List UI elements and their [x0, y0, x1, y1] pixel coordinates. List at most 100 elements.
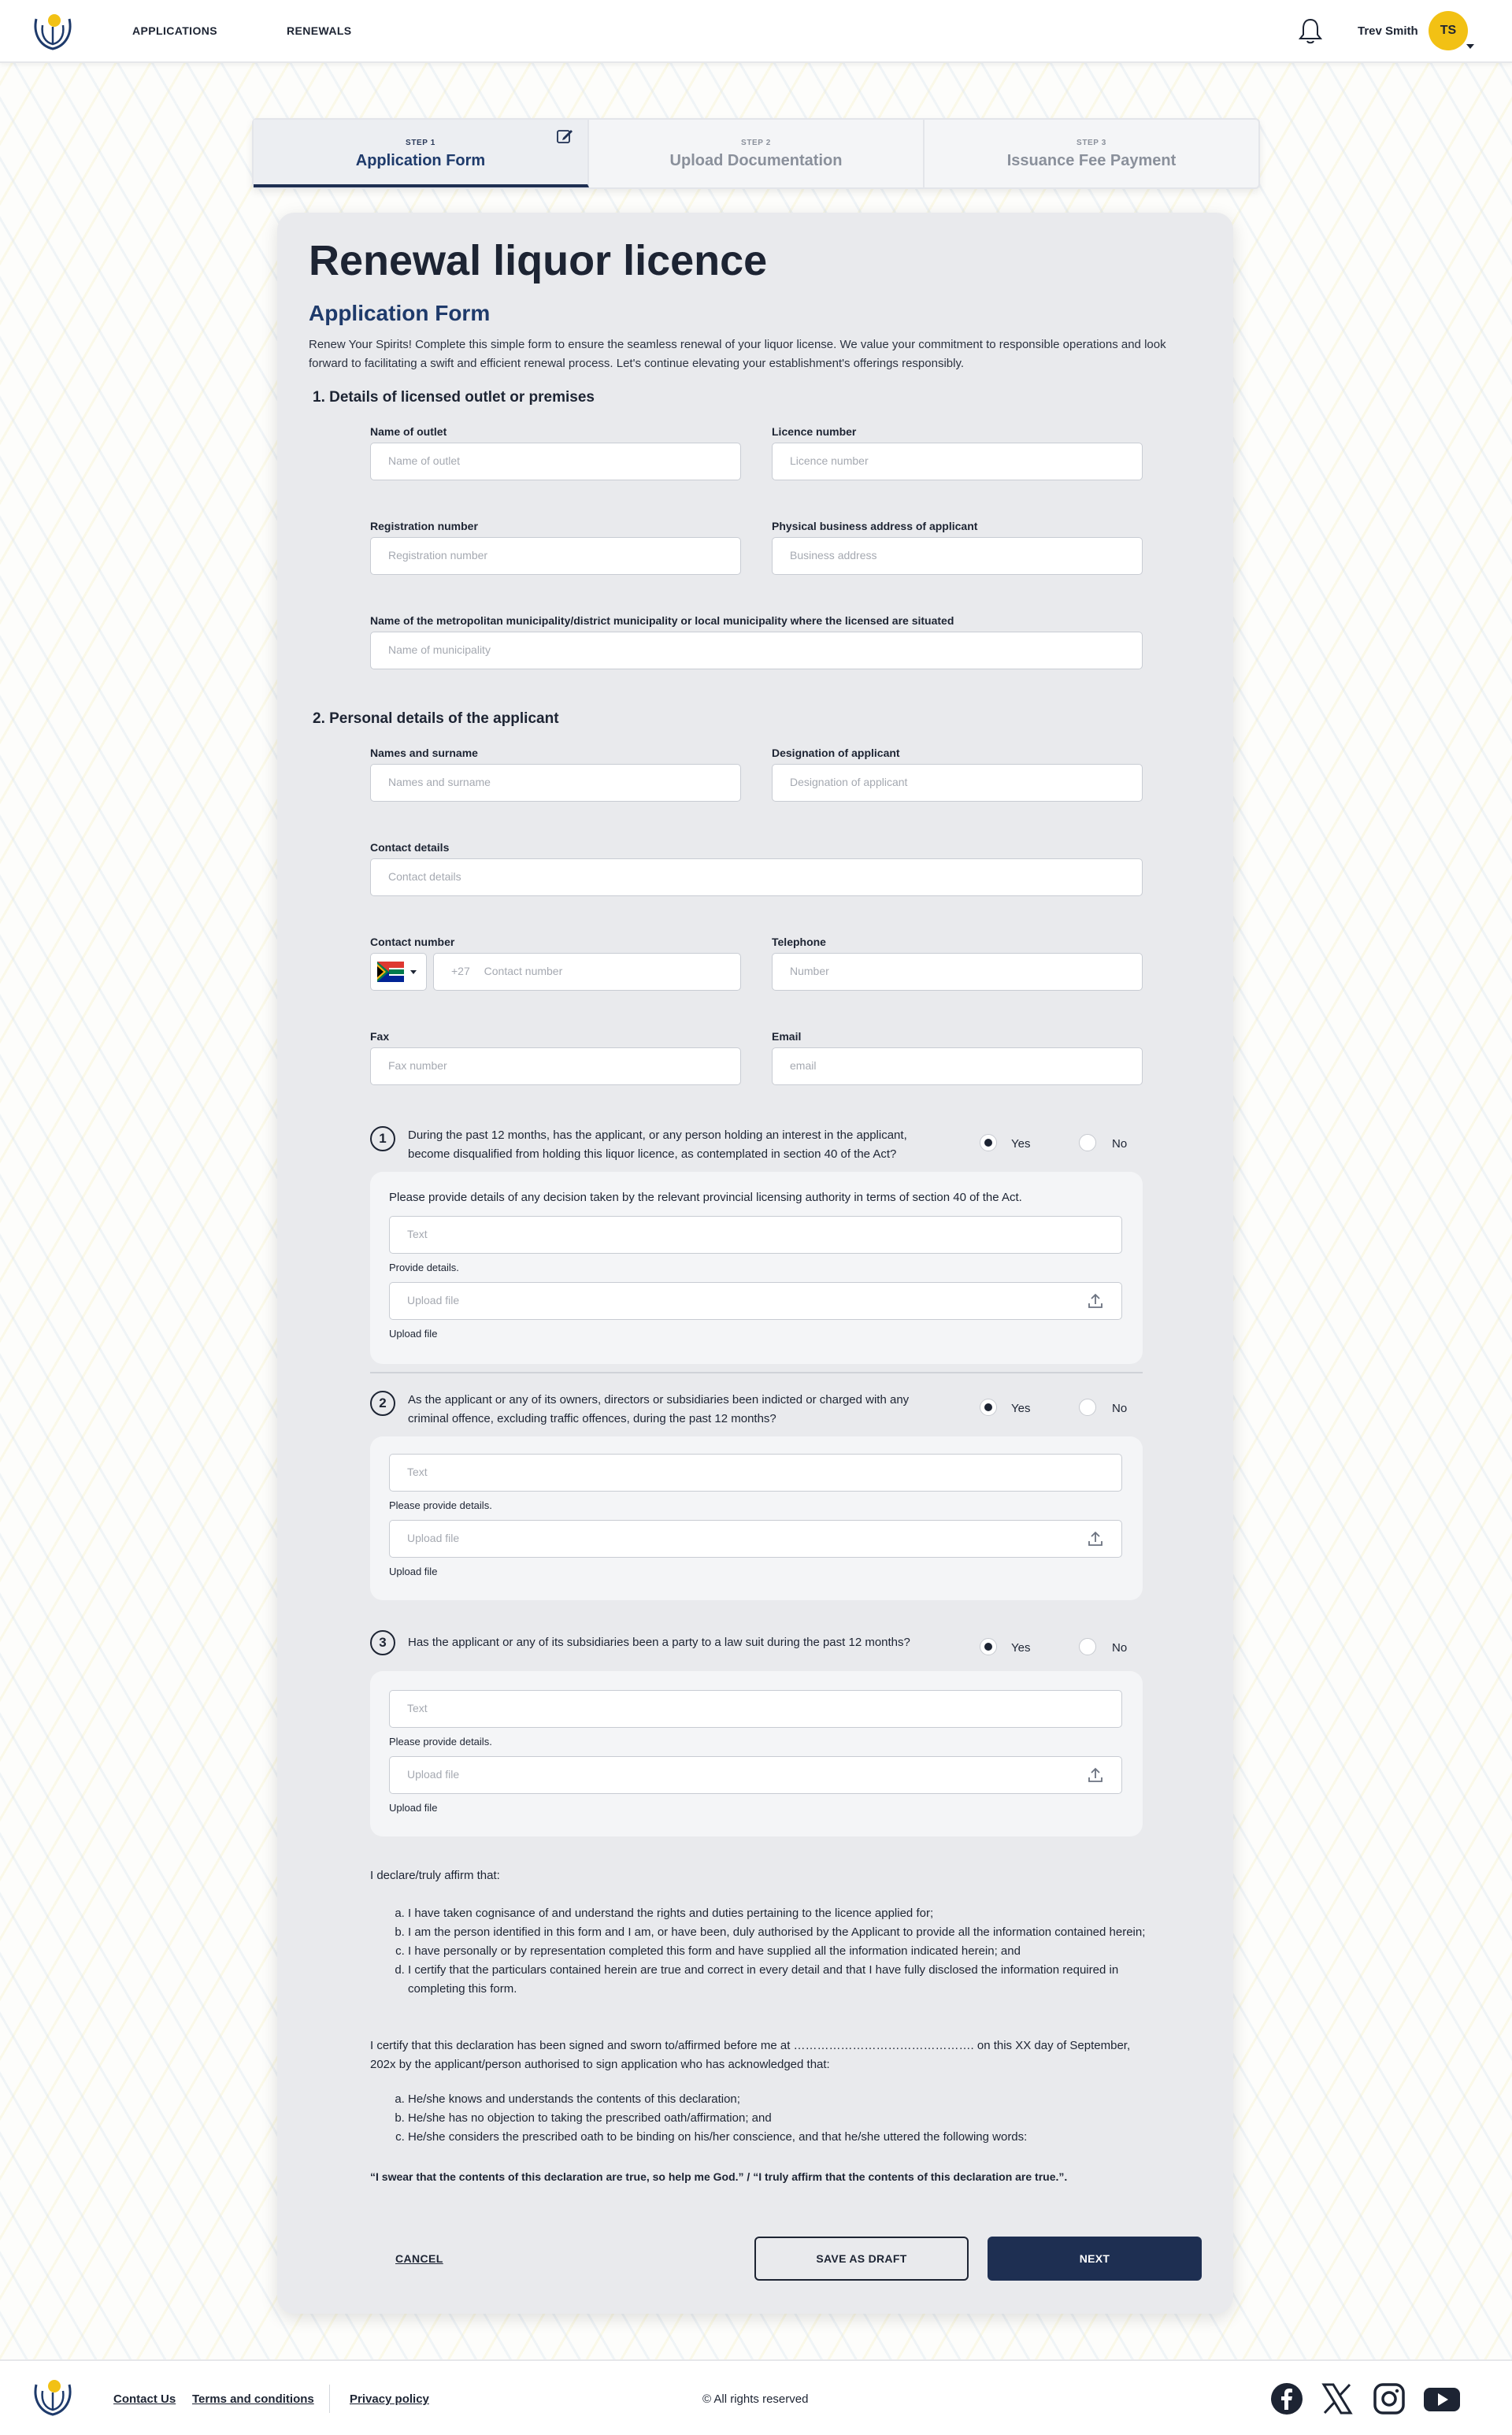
upload-placeholder: Upload file: [407, 1768, 460, 1781]
declaration-item: I certify that the particulars contained…: [408, 1961, 1150, 1999]
no-label: No: [1112, 1137, 1128, 1151]
declaration-item: I have personally or by representation c…: [408, 1942, 1150, 1961]
question-3-text-input[interactable]: Text: [389, 1690, 1122, 1728]
step-title: Upload Documentation: [669, 152, 843, 169]
youtube-icon[interactable]: [1422, 2381, 1462, 2416]
country-code-prefix: +27: [451, 965, 470, 977]
municipality-input[interactable]: Name of municipality: [370, 632, 1143, 669]
question-1-upload-input[interactable]: Upload file: [389, 1282, 1122, 1320]
address-label: Physical business address of applicant: [772, 520, 978, 532]
edit-icon[interactable]: [556, 128, 573, 145]
step-issuance-fee-payment[interactable]: STEP 3 Issuance Fee Payment: [925, 120, 1258, 187]
section-1-heading: 1. Details of licensed outlet or premise…: [313, 389, 595, 406]
question-2-upload-input[interactable]: Upload file: [389, 1520, 1122, 1558]
nav-renewals[interactable]: RENEWALS: [287, 24, 352, 37]
acknowledgement-item: He/she has no objection to taking the pr…: [408, 2109, 1150, 2128]
upload-icon[interactable]: [1087, 1292, 1104, 1310]
licence-input[interactable]: Licence number: [772, 443, 1143, 480]
question-3-details-panel: Text Please provide details. Upload file…: [370, 1671, 1143, 1836]
footer-terms-link[interactable]: Terms and conditions: [192, 2392, 314, 2406]
question-3-no-radio[interactable]: [1079, 1638, 1096, 1655]
question-3-yes-radio[interactable]: [980, 1638, 997, 1655]
footer-contact-link[interactable]: Contact Us: [113, 2392, 176, 2406]
outlet-label: Name of outlet: [370, 425, 447, 438]
question-2-number: 2: [370, 1391, 395, 1416]
contact-number-placeholder: Contact number: [484, 965, 563, 977]
avatar[interactable]: TS: [1429, 11, 1468, 50]
x-icon[interactable]: [1320, 2381, 1354, 2416]
upload-icon[interactable]: [1087, 1530, 1104, 1547]
instagram-icon[interactable]: [1372, 2381, 1406, 2416]
step-number: STEP 3: [1077, 139, 1106, 147]
declaration-item: I am the person identified in this form …: [408, 1923, 1150, 1942]
step-application-form[interactable]: STEP 1 Application Form: [254, 120, 589, 187]
copyright-text: © All rights reserved: [702, 2392, 809, 2406]
save-draft-button[interactable]: SAVE AS DRAFT: [754, 2237, 969, 2281]
nav-applications[interactable]: APPLICATIONS: [132, 24, 217, 37]
declaration-item: I have taken cognisance of and understan…: [408, 1904, 1150, 1923]
bell-icon[interactable]: [1298, 17, 1323, 44]
step-upload-documentation[interactable]: STEP 2 Upload Documentation: [589, 120, 925, 187]
cancel-button[interactable]: CANCEL: [395, 2252, 443, 2265]
question-2-no-radio[interactable]: [1079, 1399, 1096, 1416]
page-title: Renewal liquor licence: [309, 237, 768, 284]
question-2-text-input[interactable]: Text: [389, 1454, 1122, 1492]
contact-number-label: Contact number: [370, 936, 455, 948]
fax-input[interactable]: Fax number: [370, 1047, 741, 1085]
footer: Contact Us Terms and conditions Privacy …: [0, 2359, 1512, 2435]
chevron-down-icon: [410, 970, 417, 974]
question-3-text-help: Please provide details.: [389, 1736, 492, 1747]
contact-number-input[interactable]: +27 Contact number: [433, 953, 741, 991]
registration-input[interactable]: Registration number: [370, 537, 741, 575]
upload-placeholder: Upload file: [407, 1532, 460, 1544]
step-number: STEP 2: [741, 139, 771, 147]
logo-icon[interactable]: [30, 2375, 76, 2419]
footer-privacy-link[interactable]: Privacy policy: [350, 2392, 429, 2406]
question-1-text: During the past 12 months, has the appli…: [408, 1129, 907, 1161]
declaration-certify: I certify that this declaration has been…: [370, 2039, 1131, 2071]
municipality-label: Name of the metropolitan municipality/di…: [370, 614, 954, 627]
names-label: Names and surname: [370, 747, 478, 759]
outlet-input[interactable]: Name of outlet: [370, 443, 741, 480]
question-3-upload-input[interactable]: Upload file: [389, 1756, 1122, 1794]
email-input[interactable]: email: [772, 1047, 1143, 1085]
email-label: Email: [772, 1030, 802, 1043]
question-3-text: Has the applicant or any of its subsidia…: [408, 1636, 910, 1649]
declaration-acknowledgement-list: He/she knows and understands the content…: [370, 2090, 1150, 2147]
designation-input[interactable]: Designation of applicant: [772, 764, 1143, 802]
contact-details-input[interactable]: Contact details: [370, 858, 1143, 896]
section-2-heading: 2. Personal details of the applicant: [313, 710, 559, 727]
question-1-number: 1: [370, 1126, 395, 1151]
telephone-label: Telephone: [772, 936, 826, 948]
names-input[interactable]: Names and surname: [370, 764, 741, 802]
intro-text: Renew Your Spirits! Complete this simple…: [309, 338, 1166, 370]
question-1-text-help: Provide details.: [389, 1262, 459, 1273]
logo-icon[interactable]: [30, 9, 76, 54]
question-3-number: 3: [370, 1630, 395, 1655]
facebook-icon[interactable]: [1269, 2381, 1304, 2416]
question-1-panel-intro: Please provide details of any decision t…: [389, 1191, 1022, 1204]
step-title: Issuance Fee Payment: [1006, 152, 1177, 169]
address-input[interactable]: Business address: [772, 537, 1143, 575]
next-button[interactable]: NEXT: [988, 2237, 1202, 2281]
form-subtitle: Application Form: [309, 301, 491, 325]
stepper: STEP 1 Application Form STEP 2 Upload Do…: [252, 118, 1260, 189]
telephone-input[interactable]: Number: [772, 953, 1143, 991]
question-1-no-radio[interactable]: [1079, 1134, 1096, 1151]
step-title: Application Form: [355, 152, 486, 169]
question-2-yes-radio[interactable]: [980, 1399, 997, 1416]
declaration-list: I have taken cognisance of and understan…: [370, 1904, 1150, 1999]
form-card: Renewal liquor licence Application Form …: [277, 213, 1233, 2314]
chevron-down-icon[interactable]: [1466, 44, 1474, 49]
question-2-text-help: Please provide details.: [389, 1499, 492, 1511]
question-2-text: As the applicant or any of its owners, d…: [408, 1393, 910, 1425]
south-africa-flag-icon: [377, 962, 404, 982]
upload-icon[interactable]: [1087, 1766, 1104, 1784]
question-1-yes-radio[interactable]: [980, 1134, 997, 1151]
user-name[interactable]: Trev Smith: [1358, 24, 1418, 38]
country-code-select[interactable]: [370, 953, 427, 991]
question-1-text-input[interactable]: Text: [389, 1216, 1122, 1254]
no-label: No: [1112, 1402, 1128, 1415]
declaration-oath: “I swear that the contents of this decla…: [370, 2170, 1068, 2183]
upload-placeholder: Upload file: [407, 1294, 460, 1306]
